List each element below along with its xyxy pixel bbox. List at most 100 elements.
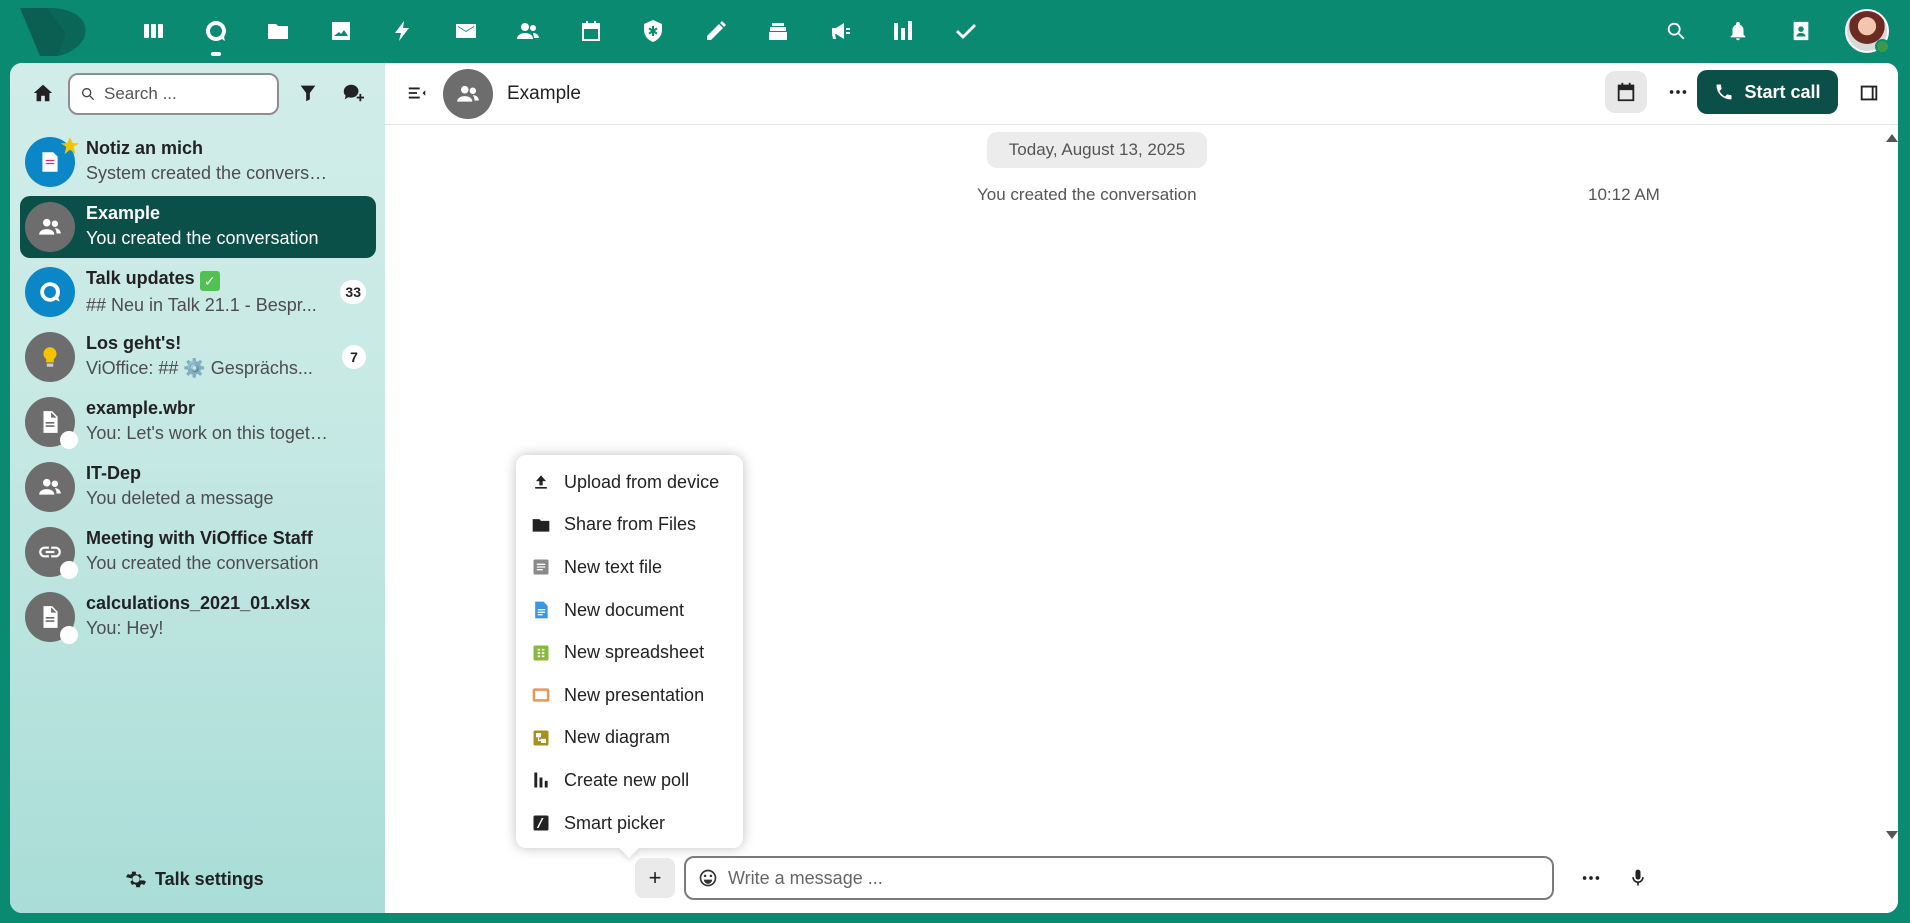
mail-icon[interactable] bbox=[450, 15, 482, 47]
phone-icon bbox=[1716, 84, 1732, 100]
menu-item-create-new-poll[interactable]: Create new poll bbox=[516, 759, 743, 802]
conversation-last-message: You deleted a message bbox=[86, 488, 274, 508]
home-icon[interactable] bbox=[27, 77, 59, 109]
contacts-icon[interactable] bbox=[512, 15, 544, 47]
toggle-right-sidebar-icon[interactable] bbox=[1853, 77, 1885, 109]
passwords-icon[interactable] bbox=[637, 15, 669, 47]
search-icon[interactable] bbox=[1660, 15, 1692, 47]
talk-icon[interactable] bbox=[200, 15, 232, 56]
photos-icon[interactable] bbox=[325, 15, 357, 47]
tasks-icon[interactable] bbox=[950, 15, 982, 47]
menu-item-upload-from-device[interactable]: Upload from device bbox=[516, 461, 743, 504]
menu-item-new-text-file[interactable]: New text file bbox=[516, 546, 743, 589]
conversation-last-message: You created the conversation bbox=[86, 228, 319, 248]
upload-icon bbox=[531, 472, 551, 492]
calendar-icon[interactable] bbox=[575, 15, 607, 47]
menu-item-new-spreadsheet[interactable]: New spreadsheet bbox=[516, 631, 743, 674]
group-icon bbox=[25, 202, 75, 252]
spreadsheet-icon bbox=[531, 643, 551, 663]
presentation-icon bbox=[531, 685, 551, 705]
system-message: You created the conversation bbox=[977, 185, 1197, 204]
message-box[interactable] bbox=[684, 856, 1554, 900]
microphone-icon[interactable] bbox=[1622, 862, 1654, 894]
gear-icon bbox=[126, 871, 146, 888]
start-call-label: Start call bbox=[1744, 81, 1821, 102]
menu-item-new-document[interactable]: New document bbox=[516, 589, 743, 632]
notifications-icon[interactable] bbox=[1722, 15, 1754, 47]
conversation-last-message: You: Let's work on this together! bbox=[86, 423, 331, 443]
search-input[interactable] bbox=[104, 84, 264, 104]
conversation-item[interactable]: calculations_2021_01.xlsx You: Hey! bbox=[20, 586, 376, 648]
conversation-last-message: You: Hey! bbox=[86, 618, 164, 638]
message-composer: + bbox=[385, 856, 1898, 908]
conversation-item[interactable]: Talk updates ✓ ## Neu in Talk 21.1 - Bes… bbox=[20, 261, 376, 323]
poll-icon bbox=[531, 770, 551, 790]
deck-icon[interactable] bbox=[762, 15, 794, 47]
talk-settings-button[interactable]: Talk settings bbox=[125, 868, 264, 890]
calendar-icon[interactable] bbox=[1605, 71, 1647, 113]
menu-item-label: New text file bbox=[564, 556, 663, 577]
menu-item-label: New spreadsheet bbox=[564, 642, 705, 663]
menu-item-label: New presentation bbox=[564, 684, 705, 705]
more-options-icon[interactable] bbox=[1657, 71, 1699, 113]
document-icon bbox=[531, 600, 551, 620]
files-icon[interactable] bbox=[262, 15, 294, 47]
folder-icon bbox=[531, 515, 551, 535]
conversation-name: Notiz an mich bbox=[86, 138, 204, 158]
public-link-icon bbox=[25, 527, 78, 579]
conversation-last-message: ## Neu in Talk 21.1 - Bespr... bbox=[86, 295, 317, 315]
dashboard-icon[interactable] bbox=[137, 15, 169, 47]
conversation-item-active[interactable]: Example You created the conversation bbox=[20, 196, 376, 258]
toggle-sidebar-icon[interactable] bbox=[401, 77, 433, 109]
conversation-sidebar: Notiz an mich System created the convers… bbox=[10, 63, 385, 913]
attachment-menu: Upload from device Share from Files New … bbox=[516, 455, 743, 848]
file-icon bbox=[25, 592, 78, 644]
file-icon bbox=[25, 397, 78, 449]
conversation-list: Notiz an mich System created the convers… bbox=[20, 131, 376, 651]
conversation-item[interactable]: Meeting with ViOffice Staff You created … bbox=[20, 521, 376, 583]
conversation-item[interactable]: Los geht's! ViOffice: ## ⚙️ Gesprächs...… bbox=[20, 326, 376, 388]
user-avatar[interactable] bbox=[1845, 9, 1890, 54]
scroll-down-arrow-icon[interactable] bbox=[1886, 831, 1898, 839]
text-file-icon bbox=[531, 557, 551, 577]
chat-main: Example Start call Today, August 13, 202… bbox=[385, 63, 1898, 913]
contacts-menu-icon[interactable] bbox=[1785, 15, 1817, 47]
more-options-icon[interactable] bbox=[1575, 862, 1607, 894]
conversation-title[interactable]: Example bbox=[507, 83, 581, 105]
conversation-item[interactable]: example.wbr You: Let's work on this toge… bbox=[20, 391, 376, 453]
app-container: Notiz an mich System created the convers… bbox=[10, 63, 1898, 913]
talk-settings-label: Talk settings bbox=[155, 868, 264, 889]
analytics-icon[interactable] bbox=[887, 15, 919, 47]
online-status-icon bbox=[1875, 39, 1890, 54]
diagram-icon bbox=[531, 728, 551, 748]
menu-item-smart-picker[interactable]: Smart picker bbox=[516, 802, 743, 845]
conversation-last-message: You created the conversation bbox=[86, 553, 319, 573]
message-timestamp: 10:12 AM bbox=[1588, 185, 1660, 204]
start-call-button[interactable]: Start call bbox=[1697, 70, 1838, 114]
search-box[interactable] bbox=[68, 73, 279, 115]
menu-item-share-from-files[interactable]: Share from Files bbox=[516, 504, 743, 547]
filter-icon[interactable] bbox=[292, 77, 324, 109]
emoji-icon[interactable] bbox=[698, 868, 718, 888]
announcements-icon[interactable] bbox=[825, 15, 857, 47]
activity-icon[interactable] bbox=[387, 15, 419, 47]
menu-item-label: Create new poll bbox=[564, 769, 690, 790]
new-conversation-icon[interactable] bbox=[337, 77, 369, 109]
link-icon bbox=[60, 431, 78, 449]
menu-item-new-presentation[interactable]: New presentation bbox=[516, 674, 743, 717]
menu-item-new-diagram[interactable]: New diagram bbox=[516, 717, 743, 760]
message-input[interactable] bbox=[728, 867, 1528, 889]
conversation-name: IT-Dep bbox=[86, 463, 142, 483]
link-icon bbox=[60, 561, 78, 579]
scroll-up-arrow-icon[interactable] bbox=[1886, 134, 1898, 142]
menu-item-label: Share from Files bbox=[564, 514, 697, 535]
add-attachment-button[interactable]: + bbox=[635, 858, 675, 898]
conversation-item[interactable]: Notiz an mich System created the convers… bbox=[20, 131, 376, 193]
smart-picker-icon bbox=[531, 813, 551, 833]
menu-item-label: Upload from device bbox=[564, 471, 720, 492]
conversation-name: Meeting with ViOffice Staff bbox=[86, 528, 313, 548]
conversation-item[interactable]: IT-Dep You deleted a message bbox=[20, 456, 376, 518]
notes-icon[interactable] bbox=[700, 15, 732, 47]
chat-header: Example Start call bbox=[385, 63, 1898, 125]
vioffice-logo-icon[interactable] bbox=[18, 4, 94, 60]
